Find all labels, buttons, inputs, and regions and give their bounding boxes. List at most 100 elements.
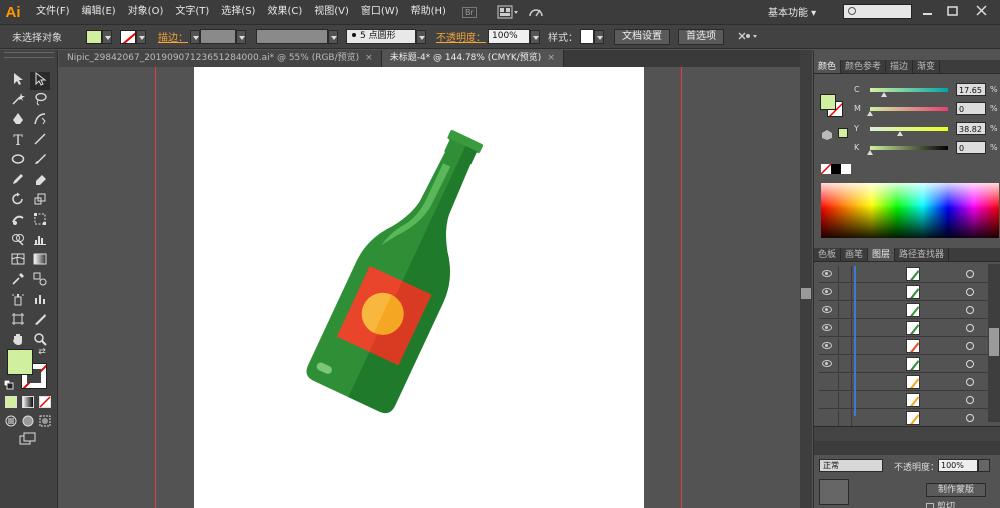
search-input[interactable] [843,4,912,19]
lock-toggle[interactable] [838,284,852,300]
canvas-scrollbar-thumb[interactable] [801,288,811,299]
stroke-dropdown[interactable] [136,29,146,44]
opacity-input[interactable]: 100% [488,29,530,44]
layer-row[interactable] [819,374,994,391]
brush-definition-dropdown[interactable] [416,29,426,44]
close-icon[interactable]: × [365,53,373,63]
variable-width-dropdown[interactable] [328,29,338,44]
canvas-scrollbar[interactable] [800,50,812,508]
lock-toggle[interactable] [838,266,852,282]
gradient-mode-icon[interactable] [21,395,35,409]
layer-row[interactable] [819,302,994,319]
make-mask-button[interactable]: 制作蒙版 [926,483,986,497]
menu-effect[interactable]: 效果(C) [261,0,308,24]
blend-mode-select[interactable]: 正常 [819,459,883,472]
color-spectrum[interactable] [821,183,999,238]
lock-toggle[interactable] [838,392,852,408]
layer-row[interactable] [819,320,994,337]
slider-k-value[interactable]: 0 [956,141,986,154]
style-dropdown[interactable] [594,29,604,44]
target-icon[interactable] [966,288,974,296]
lock-toggle[interactable] [838,356,852,372]
bridge-icon[interactable]: Br [461,4,477,20]
target-icon[interactable] [966,342,974,350]
pen-tool-icon[interactable] [8,112,28,130]
stroke-weight-stepper[interactable] [190,29,200,44]
document-setup-button[interactable]: 文档设置 [614,28,670,45]
target-icon[interactable] [966,324,974,332]
minimize-icon[interactable] [921,5,935,17]
eye-icon[interactable] [822,288,832,295]
lock-toggle[interactable] [838,302,852,318]
slider-m-track[interactable] [870,107,948,111]
tab-brushes[interactable]: 画笔 [841,248,869,261]
column-graph-icon[interactable] [30,292,50,310]
slider-y[interactable]: Y 38.82 % [854,122,1000,140]
eye-icon[interactable] [822,270,832,277]
menu-edit[interactable]: 编辑(E) [76,0,122,24]
tab-stroke[interactable]: 描边 [886,60,914,73]
slider-c-value[interactable]: 17.65 [956,83,986,96]
transparency-opacity-input[interactable]: 100% [938,459,978,472]
target-icon[interactable] [966,396,974,404]
layer-row[interactable] [819,410,994,427]
close-icon[interactable] [975,5,989,17]
canvas[interactable] [59,67,800,508]
fill-swatch[interactable] [86,29,102,44]
slider-m[interactable]: M 0 % [854,102,1000,120]
pencil-icon[interactable] [8,172,28,190]
eye-icon[interactable] [822,360,832,367]
slider-k-thumb[interactable] [867,150,873,155]
fill-dropdown[interactable] [102,29,112,44]
hand-tool-icon[interactable] [8,332,28,350]
variable-width-field[interactable] [256,29,328,44]
lock-toggle[interactable] [838,410,852,426]
target-icon[interactable] [966,270,974,278]
symbol-sprayer-icon[interactable] [8,292,28,310]
style-swatch[interactable] [580,29,594,44]
tab-color-guide[interactable]: 颜色参考 [841,60,887,73]
gamut-warning-icon[interactable] [822,130,832,140]
default-colors-icon[interactable] [3,377,15,390]
eye-icon[interactable] [822,342,832,349]
draw-inside-icon[interactable] [38,414,52,428]
menu-object[interactable]: 对象(O) [122,0,170,24]
tab-layers[interactable]: 图层 [868,248,896,261]
slider-k-track[interactable] [870,146,948,150]
menu-view[interactable]: 视图(V) [308,0,355,24]
target-icon[interactable] [966,378,974,386]
eye-icon[interactable] [822,324,832,331]
lock-toggle[interactable] [838,320,852,336]
transparency-opacity-dropdown[interactable] [978,459,990,472]
slider-y-thumb[interactable] [897,131,903,136]
slider-m-value[interactable]: 0 [956,102,986,115]
slider-y-value[interactable]: 38.82 [956,122,986,135]
menu-window[interactable]: 窗口(W) [355,0,405,24]
brush-definition[interactable]: 5 点圆形 [346,29,416,44]
slider-c-thumb[interactable] [881,92,887,97]
curvature-tool-icon[interactable] [30,112,50,130]
free-transform-icon[interactable] [30,212,50,230]
layers-scrollbar-thumb[interactable] [989,328,999,356]
menu-file[interactable]: 文件(F) [30,0,76,24]
graph-tool-icon[interactable] [30,232,50,250]
lock-toggle[interactable] [838,374,852,390]
color-mode-icon[interactable] [4,395,18,409]
blend-tool-icon[interactable] [30,272,50,290]
stroke-weight-field[interactable] [200,29,236,44]
line-tool-icon[interactable] [30,132,50,150]
target-icon[interactable] [966,414,974,422]
screen-mode-icon[interactable] [18,432,38,450]
toolbar-grip[interactable] [4,52,54,58]
stroke-label[interactable]: 描边： [158,29,188,44]
slider-m-thumb[interactable] [867,111,873,116]
eye-icon[interactable] [822,306,832,313]
warp-tool-icon[interactable] [8,212,28,230]
direct-selection-tool-icon[interactable] [30,71,50,90]
none-swatch[interactable] [821,164,831,174]
menu-select[interactable]: 选择(S) [215,0,261,24]
maximize-icon[interactable] [946,5,960,17]
slider-y-track[interactable] [870,127,948,131]
draw-normal-icon[interactable] [4,414,18,428]
arrange-documents-icon[interactable] [497,4,519,20]
